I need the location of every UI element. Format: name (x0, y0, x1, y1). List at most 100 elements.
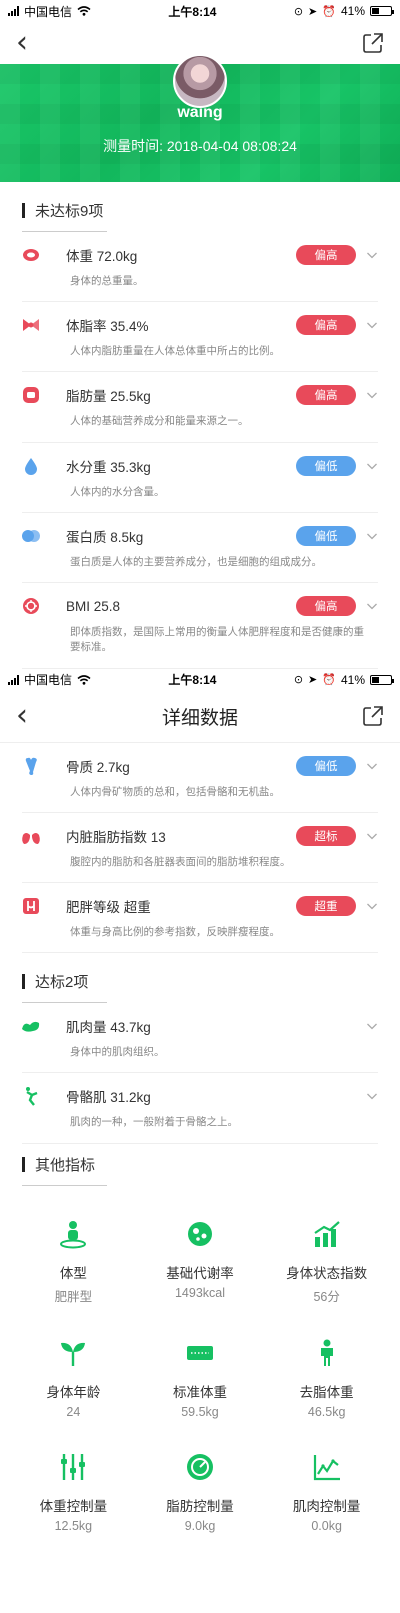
clock: 上午8:14 (168, 673, 217, 688)
list-item[interactable]: 内脏脂肪指数 13 超标 腹腔内的脂肪和各脏器表面间的脂肪堆积程度。 (22, 813, 378, 883)
carrier-label: 中国电信 (24, 673, 73, 688)
chevron-down-icon[interactable] (366, 389, 378, 401)
battery-icon (370, 674, 394, 685)
section-bar (22, 1156, 25, 1172)
list-item[interactable]: 骨骼肌 31.2kg 肌肉的一种，一般附着于骨骼之上。 (22, 1073, 378, 1144)
carrier-label: 中国电信 (24, 4, 73, 19)
status-badge: 偏低 (296, 755, 356, 776)
person-icon (311, 1337, 343, 1369)
alarm-icon: ⏰ (322, 674, 336, 687)
metric-cell[interactable]: 基础代谢率 1493kcal (137, 1204, 264, 1323)
metric-cell[interactable]: 脂肪控制量 9.0kg (137, 1437, 264, 1551)
chevron-down-icon[interactable] (366, 1020, 378, 1032)
status-bar: 中国电信 上午8:14 ⊙ ➤ ⏰ 41% (0, 0, 400, 22)
chevron-down-icon[interactable] (366, 830, 378, 842)
gauge-icon (184, 1451, 216, 1483)
page-title: 详细数据 (161, 707, 238, 729)
section-met-label: 达标2项 (35, 974, 89, 992)
status-bar-2: 中国电信 上午8:14 ⊙ ➤ ⏰ 41% (0, 669, 400, 691)
metric-description: 身体的总重量。 (70, 275, 144, 287)
weight-icon (20, 244, 42, 266)
signal-icon (8, 6, 19, 16)
metric-label: 身体年龄 (46, 1384, 101, 1400)
metric-name: 肌肉量 43.7kg (66, 1020, 151, 1036)
metric-label: 标准体重 (172, 1384, 227, 1400)
list-item[interactable]: 蛋白质 8.5kg 偏低 蛋白质是人体的主要营养成分，也是细胞的组成成分。 (22, 513, 378, 584)
list-item[interactable]: 水分重 35.3kg 偏低 人体内的水分含量。 (22, 443, 378, 513)
list-item[interactable]: 肥胖等级 超重 超重 体重与身高比例的参考指数，反映胖瘦程度。 (20, 883, 378, 954)
section-met-title: 达标2项 (0, 953, 400, 992)
metric-label: 脂肪控制量 (166, 1498, 234, 1514)
bone-icon (20, 755, 42, 777)
battery-icon (370, 6, 394, 16)
metric-name: 内脏脂肪指数 13 (66, 829, 166, 845)
metric-description: 体重与身高比例的参考指数，反映胖瘦程度。 (70, 925, 280, 938)
chevron-down-icon[interactable] (366, 530, 378, 542)
chevron-down-icon[interactable] (366, 460, 378, 472)
metric-cell[interactable]: 体型 肥胖型 (10, 1204, 137, 1323)
sprout-icon (57, 1337, 89, 1369)
other-metrics-grid: 体型 肥胖型 基础代谢率 1493kcal 身体状态指数 56分 身体年龄 24… (0, 1186, 400, 1551)
visceral-fat-icon (20, 825, 42, 847)
metric-name: 蛋白质 8.5kg (66, 529, 144, 545)
metric-name: 脂肪量 25.5kg (66, 389, 151, 405)
metric-label: 基础代谢率 (166, 1265, 234, 1281)
metric-value: 1493kcal (174, 1285, 226, 1300)
metric-name: BMI 25.8 (66, 598, 121, 614)
status-badge: 偏高 (296, 596, 356, 617)
metric-cell[interactable]: 身体年龄 24 (10, 1323, 137, 1437)
status-badge: 偏低 (296, 525, 356, 546)
metric-name: 体重 72.0kg (66, 249, 138, 264)
clock: 上午8:14 (168, 4, 217, 19)
chevron-down-icon[interactable] (366, 900, 378, 912)
metric-cell[interactable]: 标准体重 59.5kg (137, 1323, 264, 1437)
metric-name: 水分重 35.3kg (66, 459, 151, 475)
metric-cell[interactable]: 去脂体重 46.5kg (263, 1323, 390, 1437)
avatar[interactable] (173, 54, 227, 108)
section-unmet-label: 未达标9项 (35, 203, 104, 220)
lock-rotation-icon: ⊙ (293, 5, 304, 18)
metric-cell[interactable]: 体重控制量 12.5kg (10, 1437, 137, 1551)
share-icon[interactable] (362, 705, 384, 727)
metric-description: 肌肉的一种，一般附着于骨骼之上。 (70, 1116, 238, 1129)
metric-cell[interactable]: 肌肉控制量 0.0kg (263, 1437, 390, 1551)
bmi-icon (20, 595, 42, 617)
list-item[interactable]: 肌肉量 43.7kg 身体中的肌肉组织。 (22, 1003, 378, 1074)
body-type-icon (57, 1218, 89, 1250)
status-chart-icon (311, 1218, 343, 1250)
water-drop-icon (20, 455, 42, 477)
metric-cell[interactable]: 身体状态指数 56分 (263, 1204, 390, 1323)
metric-name: 骨质 2.7kg (66, 759, 130, 775)
list-item[interactable]: 体重 72.0kg 偏高 身体的总重量。 (20, 232, 378, 303)
chevron-down-icon[interactable] (366, 600, 378, 612)
section-bar (22, 974, 25, 990)
metric-description: 人体内的水分含量。 (70, 485, 165, 498)
obesity-level-icon (20, 895, 42, 917)
chevron-down-icon[interactable] (366, 760, 378, 772)
list-item[interactable]: BMI 25.8 偏高 即体质指数，是国际上常用的衡量人体肥胖程度和是否健康的重… (20, 583, 378, 669)
status-badge: 偏高 (296, 245, 356, 265)
chevron-down-icon[interactable] (366, 249, 378, 261)
location-icon: ➤ (308, 674, 318, 687)
back-button[interactable]: ‹ (16, 28, 28, 58)
top-nav: ‹ (0, 22, 400, 108)
metric-value: 9.0kg (184, 1518, 216, 1533)
status-badge: 超重 (296, 895, 356, 916)
list-item[interactable]: 骨质 2.7kg 偏低 人体内骨矿物质的总和，包括骨骼和无机盐。 (22, 743, 378, 813)
metric-label: 身体状态指数 (286, 1265, 368, 1281)
section-other-label: 其他指标 (35, 1156, 96, 1174)
section-bar (22, 203, 25, 218)
share-icon[interactable] (362, 32, 384, 54)
unmet-list: 体重 72.0kg 偏高 身体的总重量。 体脂率 35.4% 偏高 人体内脂肪重… (0, 232, 400, 669)
chevron-down-icon[interactable] (366, 319, 378, 331)
list-item[interactable]: 体脂率 35.4% 偏高 人体内脂肪重量在人体总体重中所占的比例。 (22, 302, 378, 373)
metabolism-icon (184, 1218, 216, 1250)
metric-label: 肌肉控制量 (292, 1498, 361, 1514)
back-button[interactable]: ‹ (16, 701, 28, 731)
status-badge: 偏低 (296, 455, 356, 476)
chevron-down-icon[interactable] (366, 1090, 378, 1102)
list-item[interactable]: 脂肪量 25.5kg 偏高 人体的基础营养成分和能量来源之一。 (20, 372, 378, 443)
metric-value: 24 (66, 1404, 81, 1419)
unmet-list-continued: 骨质 2.7kg 偏低 人体内骨矿物质的总和，包括骨骼和无机盐。 内脏脂肪指数 … (0, 743, 400, 954)
fat-mass-icon (20, 384, 42, 406)
